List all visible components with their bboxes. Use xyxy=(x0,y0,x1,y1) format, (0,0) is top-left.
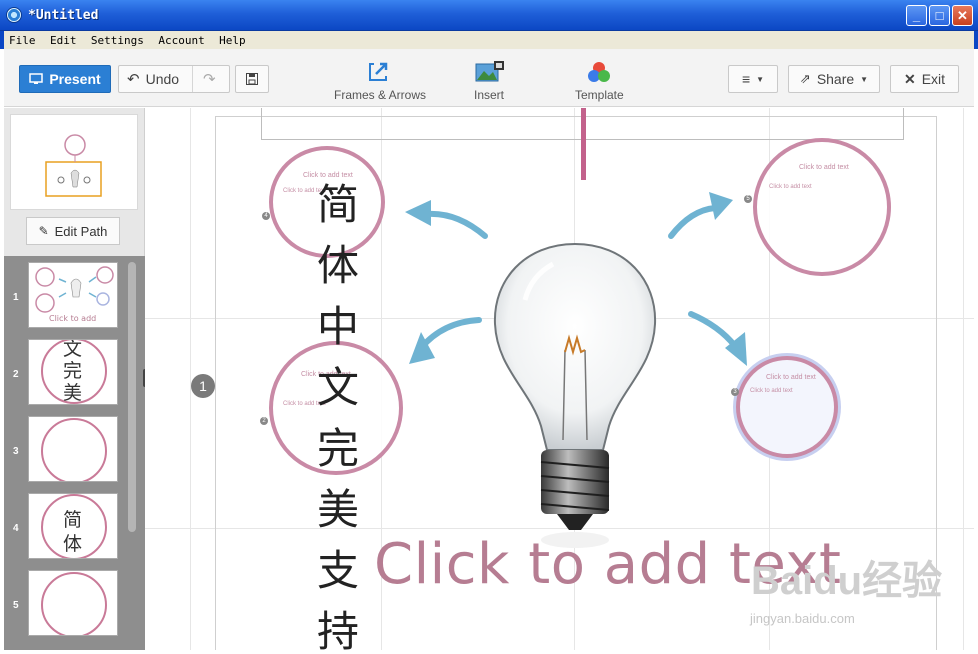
path-pin[interactable]: 2 xyxy=(260,417,268,425)
share-button[interactable]: ⇗ Share ▼ xyxy=(788,65,880,93)
arrows-overlay xyxy=(405,192,747,366)
exit-button[interactable]: ✕ Exit xyxy=(890,65,959,93)
exit-label: Exit xyxy=(921,71,946,87)
watermark-logo: Baidu经验 xyxy=(751,559,943,603)
slide-thumbnail[interactable] xyxy=(28,416,118,482)
pencil-icon: ✎ xyxy=(38,224,49,238)
menu-settings[interactable]: Settings xyxy=(86,31,149,47)
floppy-icon xyxy=(246,73,258,85)
slide-number: 4 xyxy=(13,523,19,534)
slide-number: 2 xyxy=(13,369,19,380)
slide-thumbnail[interactable] xyxy=(28,570,118,636)
template-label: Template xyxy=(575,88,624,102)
arrowhead xyxy=(405,200,431,226)
path-pin[interactable]: 4 xyxy=(262,212,270,220)
window-title: *Untitled xyxy=(28,8,99,23)
frames-arrows-icon xyxy=(366,61,394,83)
arrow-top-left xyxy=(424,210,488,239)
menu-file[interactable]: File xyxy=(4,31,41,47)
slide-list: 1 Click to add 2 文完美 3 4 简体 5 xyxy=(4,256,145,650)
arrow-top-right xyxy=(668,205,718,239)
share-icon: ⇗ xyxy=(799,71,811,86)
left-panel: ✎ Edit Path 1 Click to add 2 文完美 3 4 简体 … xyxy=(4,108,145,650)
save-button[interactable] xyxy=(235,65,269,93)
menu-bar: File Edit Settings Account Help xyxy=(0,31,978,49)
slide-thumbnail[interactable]: 文完美 xyxy=(28,339,118,405)
present-label: Present xyxy=(49,71,101,87)
divider xyxy=(192,66,193,92)
svg-text:Click to add: Click to add xyxy=(49,314,96,323)
edit-path-label: Edit Path xyxy=(54,223,108,239)
close-icon: ✕ xyxy=(903,70,916,87)
overview-thumbnail[interactable] xyxy=(10,114,138,210)
arrow-bottom-left xyxy=(418,317,482,351)
minimize-button[interactable]: _ xyxy=(906,5,927,26)
undo-redo-group: ↶ Undo ↷ xyxy=(118,65,230,93)
share-label: Share xyxy=(816,71,855,87)
caret-down-icon: ▼ xyxy=(860,74,869,84)
present-button[interactable]: Present xyxy=(19,65,111,93)
insert-tool[interactable]: Insert xyxy=(474,61,504,102)
template-icon xyxy=(585,61,613,83)
arrowhead xyxy=(709,192,733,220)
redo-icon[interactable]: ↷ xyxy=(203,70,216,88)
menu-dropdown-button[interactable]: ≡ ▼ xyxy=(728,65,778,93)
overview-map xyxy=(45,134,102,197)
slide-thumbnail[interactable]: Click to add xyxy=(28,262,118,328)
bubble-hint: Click to add text xyxy=(799,164,849,171)
close-button[interactable]: ✕ xyxy=(952,5,973,26)
toolbar: Present ↶ Undo ↷ Frames & Arrows Insert … xyxy=(4,49,974,107)
screen-icon xyxy=(29,73,44,84)
slide-bubble xyxy=(41,572,107,635)
undo-button[interactable]: Undo xyxy=(146,71,179,87)
canvas[interactable]: 1 Click to add text Click to add text 4 … xyxy=(145,108,974,650)
slide-thumbnail[interactable]: 简体 xyxy=(28,493,118,559)
menu-edit[interactable]: Edit xyxy=(45,31,82,47)
slide-1-preview: Click to add xyxy=(35,266,114,323)
slide-bubble xyxy=(41,418,107,481)
insert-image-icon xyxy=(475,61,504,83)
undo-icon[interactable]: ↶ xyxy=(127,70,140,88)
slide-number: 1 xyxy=(13,292,19,303)
frames-arrows-label: Frames & Arrows xyxy=(334,88,427,102)
slide-vertical-text: 文完美 xyxy=(63,339,83,404)
app-icon xyxy=(6,7,22,23)
vertical-chinese-text[interactable]: 简体中文完美支持 xyxy=(313,174,363,650)
path-step-badge[interactable]: 1 xyxy=(191,374,215,398)
title-bar: *Untitled _ □ ✕ xyxy=(0,0,978,31)
caret-down-icon: ▼ xyxy=(756,74,765,84)
watermark-url: jingyan.baidu.com xyxy=(750,611,855,626)
path-connector xyxy=(581,108,586,180)
slide-vertical-text: 简体 xyxy=(63,509,83,555)
arrow-bottom-right xyxy=(688,311,738,349)
slide-number: 3 xyxy=(13,446,19,457)
maximize-button[interactable]: □ xyxy=(929,5,950,26)
slide-number: 5 xyxy=(13,600,19,611)
insert-label: Insert xyxy=(474,88,505,102)
frames-arrows-tool[interactable]: Frames & Arrows xyxy=(334,61,426,102)
menu-help[interactable]: Help xyxy=(214,31,251,47)
grid-line xyxy=(190,108,191,650)
hamburger-icon: ≡ xyxy=(741,71,751,87)
template-tool[interactable]: Template xyxy=(575,61,624,102)
edit-path-button[interactable]: ✎ Edit Path xyxy=(26,217,120,245)
grid-line xyxy=(963,108,964,650)
menu-account[interactable]: Account xyxy=(153,31,209,47)
slide-list-scrollbar[interactable] xyxy=(128,262,136,532)
